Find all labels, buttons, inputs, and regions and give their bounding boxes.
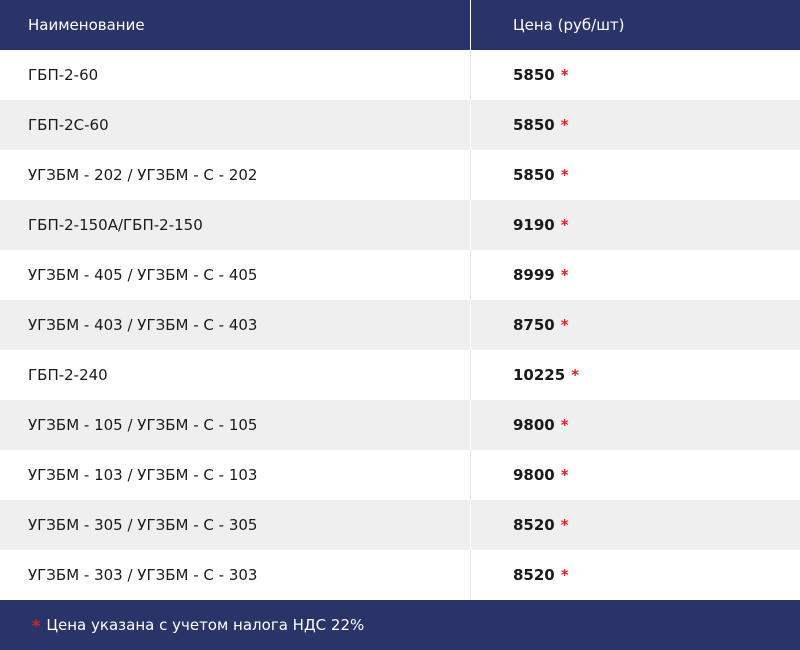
- product-name: ГБП-2-240: [0, 350, 471, 400]
- asterisk-mark: *: [560, 166, 569, 184]
- price-value: 8520: [513, 516, 555, 534]
- asterisk-mark: *: [560, 266, 569, 284]
- table-row: ГБП-2-150А/ГБП-2-150 9190 *: [0, 200, 800, 250]
- asterisk-mark: *: [560, 116, 569, 134]
- table-row: УГЗБМ - 405 / УГЗБМ - С - 405 8999 *: [0, 250, 800, 300]
- price-value: 10225: [513, 366, 566, 384]
- asterisk-mark: *: [571, 366, 580, 384]
- asterisk-mark: *: [560, 466, 569, 484]
- price-value: 8520: [513, 566, 555, 584]
- table-header: Наименование Цена (руб/шт): [0, 0, 800, 50]
- product-name: ГБП-2С-60: [0, 100, 471, 150]
- product-name: ГБП-2-60: [0, 50, 471, 100]
- product-name: УГЗБМ - 403 / УГЗБМ - С - 403: [0, 300, 471, 350]
- price-cell: 9800 *: [471, 450, 800, 500]
- asterisk-mark: *: [560, 66, 569, 84]
- price-value: 8999: [513, 266, 555, 284]
- price-value: 5850: [513, 66, 555, 84]
- price-cell: 10225 *: [471, 350, 800, 400]
- table-row: УГЗБМ - 303 / УГЗБМ - С - 303 8520 *: [0, 550, 800, 600]
- price-cell: 8520 *: [471, 550, 800, 600]
- asterisk-mark: *: [560, 316, 569, 334]
- price-cell: 8999 *: [471, 250, 800, 300]
- price-value: 5850: [513, 116, 555, 134]
- header-price: Цена (руб/шт): [513, 16, 625, 34]
- price-table: Наименование Цена (руб/шт) ГБП-2-60 5850…: [0, 0, 800, 650]
- vat-footnote: * Цена указана с учетом налога НДС 22%: [0, 600, 800, 650]
- table-row: УГЗБМ - 403 / УГЗБМ - С - 403 8750 *: [0, 300, 800, 350]
- price-cell: 8520 *: [471, 500, 800, 550]
- product-name: ГБП-2-150А/ГБП-2-150: [0, 200, 471, 250]
- asterisk-mark: *: [560, 216, 569, 234]
- table-row: УГЗБМ - 305 / УГЗБМ - С - 305 8520 *: [0, 500, 800, 550]
- product-name: УГЗБМ - 103 / УГЗБМ - С - 103: [0, 450, 471, 500]
- price-value: 9800: [513, 416, 555, 434]
- asterisk-mark: *: [560, 516, 569, 534]
- price-value: 9800: [513, 466, 555, 484]
- product-name: УГЗБМ - 305 / УГЗБМ - С - 305: [0, 500, 471, 550]
- footnote-text: Цена указана с учетом налога НДС 22%: [46, 616, 365, 634]
- price-cell: 8750 *: [471, 300, 800, 350]
- table-row: УГЗБМ - 202 / УГЗБМ - С - 202 5850 *: [0, 150, 800, 200]
- table-body: ГБП-2-60 5850 * ГБП-2С-60 5850 * УГЗБМ -…: [0, 50, 800, 600]
- product-name: УГЗБМ - 202 / УГЗБМ - С - 202: [0, 150, 471, 200]
- product-name: УГЗБМ - 105 / УГЗБМ - С - 105: [0, 400, 471, 450]
- asterisk-mark: *: [32, 615, 41, 635]
- price-value: 5850: [513, 166, 555, 184]
- price-cell: 5850 *: [471, 50, 800, 100]
- price-value: 9190: [513, 216, 555, 234]
- price-cell: 9190 *: [471, 200, 800, 250]
- asterisk-mark: *: [560, 566, 569, 584]
- table-row: УГЗБМ - 105 / УГЗБМ - С - 105 9800 *: [0, 400, 800, 450]
- price-cell: 5850 *: [471, 150, 800, 200]
- product-name: УГЗБМ - 405 / УГЗБМ - С - 405: [0, 250, 471, 300]
- table-row: ГБП-2С-60 5850 *: [0, 100, 800, 150]
- table-row: УГЗБМ - 103 / УГЗБМ - С - 103 9800 *: [0, 450, 800, 500]
- price-value: 8750: [513, 316, 555, 334]
- price-cell: 9800 *: [471, 400, 800, 450]
- product-name: УГЗБМ - 303 / УГЗБМ - С - 303: [0, 550, 471, 600]
- table-row: ГБП-2-240 10225 *: [0, 350, 800, 400]
- asterisk-mark: *: [560, 416, 569, 434]
- price-cell: 5850 *: [471, 100, 800, 150]
- table-row: ГБП-2-60 5850 *: [0, 50, 800, 100]
- header-name: Наименование: [0, 0, 471, 50]
